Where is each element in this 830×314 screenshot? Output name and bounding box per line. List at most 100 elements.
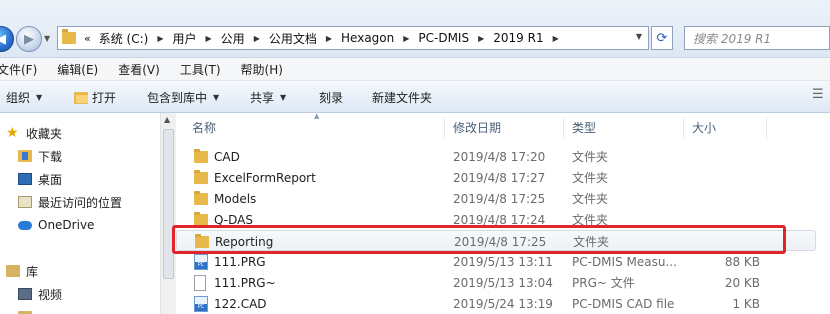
menu-help[interactable]: 帮助(H) <box>241 61 293 78</box>
column-label: 修改日期 <box>453 120 502 135</box>
onedrive-cloud-icon <box>18 220 32 230</box>
folder-icon <box>194 211 208 226</box>
file-row[interactable]: ExcelFormReport 2019/4/8 17:27 文件夹 <box>176 167 816 188</box>
nav-label: 下载 <box>38 149 63 164</box>
file-size <box>692 188 760 209</box>
breadcrumb-overflow[interactable]: « <box>82 32 97 45</box>
recent-pages-dropdown-icon[interactable]: ▼ <box>44 34 50 43</box>
file-name: 111.PRG~ <box>214 275 276 290</box>
file-name: Models <box>214 191 257 206</box>
file-date: 2019/5/24 13:19 <box>453 296 553 311</box>
file-list: ▲ 名称 修改日期 类型 大小 CAD 2019/4/8 17:20 文件夹 E… <box>176 112 830 314</box>
scroll-up-icon[interactable]: ▲ <box>164 115 170 124</box>
sort-indicator-icon: ▲ <box>314 112 320 120</box>
command-bar: 组织 ▼ 打开 包含到库中 ▼ 共享 ▼ 刻录 新建文件夹 ☰ <box>0 81 830 113</box>
include-in-library-button[interactable]: 包含到库中 ▼ <box>147 89 219 106</box>
file-row[interactable]: 111.PRG~ 2019/5/13 13:04 PRG~ 文件 20 KB <box>176 272 816 293</box>
file-row[interactable]: 111.PRG 2019/5/13 13:11 PC-DMIS Measu...… <box>176 251 816 272</box>
forward-button[interactable]: ▶ <box>16 26 42 52</box>
file-type: 文件夹 <box>572 150 609 164</box>
nav-label: 库 <box>26 264 39 279</box>
menu-tools[interactable]: 工具(T) <box>180 61 231 78</box>
nav-item-video[interactable]: 视频 <box>18 284 62 304</box>
back-arrow-icon: ◀ <box>0 31 6 47</box>
breadcrumb-chevron-icon[interactable]: ▶ <box>247 34 267 43</box>
breadcrumb-chevron-icon[interactable]: ▶ <box>396 34 416 43</box>
file-name-cell: ExcelFormReport <box>194 167 316 188</box>
open-folder-icon <box>74 91 88 104</box>
file-type: PC-DMIS CAD file <box>572 296 675 311</box>
menu-view[interactable]: 查看(V) <box>118 61 170 78</box>
menu-edit[interactable]: 编辑(E) <box>57 61 108 78</box>
refresh-button[interactable]: ⟳ <box>651 26 673 50</box>
open-button[interactable]: 打开 <box>74 89 116 106</box>
breadcrumb-item[interactable]: 公用文档 <box>267 30 319 47</box>
scrollbar-thumb[interactable] <box>163 129 174 279</box>
downloads-folder-icon <box>18 150 32 162</box>
nav-item-onedrive[interactable]: OneDrive <box>18 215 94 235</box>
back-button[interactable]: ◀ <box>0 26 14 52</box>
file-date: 2019/4/8 17:25 <box>453 191 546 206</box>
nav-item-favorites[interactable]: ★ 收藏夹 <box>6 123 62 143</box>
file-size <box>692 146 760 167</box>
breadcrumb-item[interactable]: 用户 <box>171 30 199 47</box>
new-folder-button[interactable]: 新建文件夹 <box>372 89 432 106</box>
breadcrumb-item[interactable]: PC-DMIS <box>416 31 471 45</box>
navigation-scrollbar[interactable]: ▲ <box>160 113 176 314</box>
search-placeholder: 搜索 2019 R1 <box>693 31 772 46</box>
column-divider[interactable] <box>766 117 767 139</box>
column-header-size[interactable]: 大小 <box>692 113 716 141</box>
nav-label: 收藏夹 <box>26 126 63 141</box>
file-row[interactable]: CAD 2019/4/8 17:20 文件夹 <box>176 146 816 167</box>
file-name: 122.CAD <box>214 296 267 311</box>
nav-item-library[interactable]: 库 <box>6 261 38 281</box>
share-button[interactable]: 共享 ▼ <box>250 89 286 106</box>
highlight-annotation-box <box>172 225 786 254</box>
column-divider[interactable] <box>444 117 445 139</box>
address-dropdown-icon[interactable]: ▼ <box>636 32 642 41</box>
search-input[interactable]: 搜索 2019 R1 <box>684 26 830 50</box>
chevron-down-icon: ▼ <box>36 93 43 102</box>
column-divider[interactable] <box>683 117 684 139</box>
breadcrumb-chevron-icon[interactable]: ▶ <box>199 34 219 43</box>
nav-label: OneDrive <box>38 218 95 232</box>
menu-file[interactable]: 文件(F) <box>0 61 47 78</box>
column-label: 类型 <box>572 120 597 135</box>
breadcrumb-item[interactable]: 系统 (C:) <box>97 30 151 47</box>
breadcrumb-item[interactable]: 公用 <box>219 30 247 47</box>
column-header-type[interactable]: 类型 <box>572 113 596 141</box>
burn-label: 刻录 <box>319 91 344 105</box>
nav-label: 最近访问的位置 <box>38 195 123 210</box>
recent-places-icon <box>18 196 32 208</box>
desktop-icon <box>18 173 32 185</box>
nav-item-desktop[interactable]: 桌面 <box>18 169 62 189</box>
folder-icon <box>194 190 208 205</box>
file-row[interactable]: Models 2019/4/8 17:25 文件夹 <box>176 188 816 209</box>
file-row[interactable]: 122.CAD 2019/5/24 13:19 PC-DMIS CAD file… <box>176 293 816 314</box>
breadcrumb-chevron-icon[interactable]: ▶ <box>150 34 170 43</box>
nav-item-next[interactable] <box>18 307 38 314</box>
nav-item-recent[interactable]: 最近访问的位置 <box>18 192 122 212</box>
nav-item-downloads[interactable]: 下载 <box>18 146 62 166</box>
column-header-modified[interactable]: 修改日期 <box>453 113 501 141</box>
breadcrumb-chevron-icon[interactable]: ▶ <box>319 34 339 43</box>
include-library-label: 包含到库中 <box>147 91 208 105</box>
column-header-name[interactable]: 名称 <box>192 113 216 141</box>
breadcrumb-item[interactable]: 2019 R1 <box>491 31 545 45</box>
organize-button[interactable]: 组织 ▼ <box>6 89 42 106</box>
breadcrumb-item[interactable]: Hexagon <box>339 31 396 45</box>
breadcrumb-chevron-icon[interactable]: ▶ <box>471 34 491 43</box>
pcdmis-cad-icon <box>194 295 208 312</box>
file-size <box>692 167 760 188</box>
file-date: 2019/5/13 13:11 <box>453 254 553 269</box>
file-size: 88 KB <box>724 254 760 269</box>
address-box[interactable]: « 系统 (C:) ▶ 用户 ▶ 公用 ▶ 公用文档 ▶ Hexagon ▶ P… <box>57 26 649 50</box>
view-options-icon[interactable]: ☰ <box>812 87 830 105</box>
burn-button[interactable]: 刻录 <box>319 89 343 106</box>
breadcrumb-chevron-icon[interactable]: ▶ <box>546 34 566 43</box>
column-divider[interactable] <box>563 117 564 139</box>
folder-icon <box>62 29 76 44</box>
file-type: 文件夹 <box>572 192 609 206</box>
forward-arrow-icon: ▶ <box>24 31 34 47</box>
library-icon <box>6 265 20 277</box>
